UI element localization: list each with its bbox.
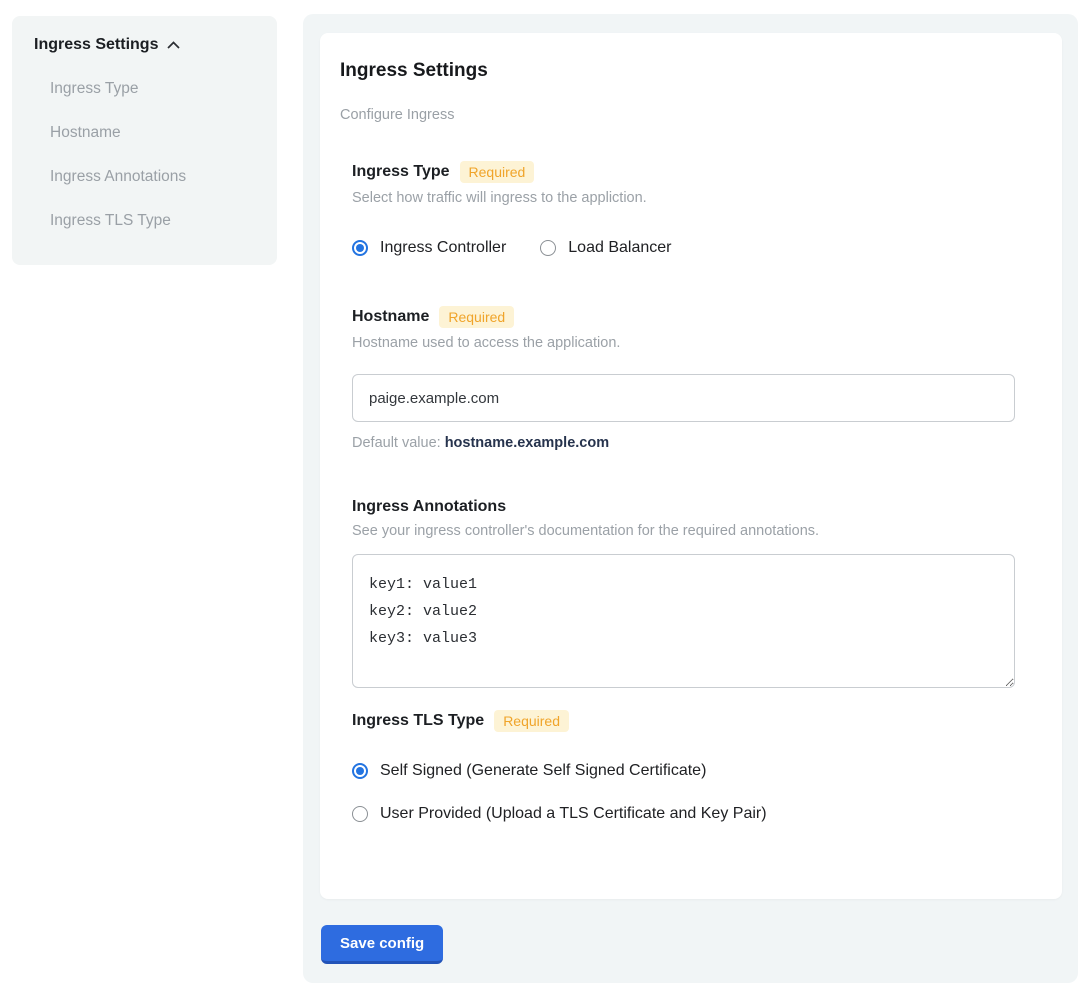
radio-ingress-controller-label: Ingress Controller xyxy=(380,239,506,257)
radio-ingress-controller[interactable]: Ingress Controller xyxy=(352,239,506,257)
ingress-settings-card: Ingress Settings Configure Ingress Ingre… xyxy=(320,33,1062,899)
required-badge: Required xyxy=(439,306,514,328)
page: Ingress Settings Ingress Type Hostname I… xyxy=(0,0,1090,983)
ingress-tls-radio-group: Self Signed (Generate Self Signed Certif… xyxy=(352,762,1030,823)
radio-selected-icon xyxy=(352,763,368,779)
ingress-tls-type-label: Ingress TLS Type xyxy=(352,712,484,730)
ingress-annotations-label: Ingress Annotations xyxy=(352,498,506,516)
radio-load-balancer-label: Load Balancer xyxy=(568,239,671,257)
radio-self-signed[interactable]: Self Signed (Generate Self Signed Certif… xyxy=(352,762,1030,780)
hostname-input[interactable] xyxy=(352,374,1015,422)
radio-user-provided-label: User Provided (Upload a TLS Certificate … xyxy=(380,805,767,823)
save-config-button[interactable]: Save config xyxy=(321,925,443,964)
sidebar-item-ingress-tls-type[interactable]: Ingress TLS Type xyxy=(50,212,255,230)
ingress-type-label: Ingress Type xyxy=(352,163,450,181)
sidebar-group-label: Ingress Settings xyxy=(34,36,158,54)
radio-load-balancer[interactable]: Load Balancer xyxy=(540,239,671,257)
radio-user-provided[interactable]: User Provided (Upload a TLS Certificate … xyxy=(352,805,1030,823)
sidebar-item-list: Ingress Type Hostname Ingress Annotation… xyxy=(50,80,255,230)
sidebar-item-hostname[interactable]: Hostname xyxy=(50,124,255,142)
radio-selected-icon xyxy=(352,240,368,256)
page-title: Ingress Settings xyxy=(340,60,1030,82)
hostname-default-prefix: Default value: xyxy=(352,435,445,451)
section-hostname: Hostname Required Hostname used to acces… xyxy=(352,306,1030,451)
radio-unselected-icon xyxy=(352,806,368,822)
chevron-up-icon xyxy=(166,40,181,50)
hostname-default-value: hostname.example.com xyxy=(445,435,609,451)
sidebar-item-ingress-annotations[interactable]: Ingress Annotations xyxy=(50,168,255,186)
required-badge: Required xyxy=(494,710,569,732)
settings-panel: Ingress Settings Configure Ingress Ingre… xyxy=(303,14,1078,983)
settings-sidebar: Ingress Settings Ingress Type Hostname I… xyxy=(12,16,277,265)
hostname-label: Hostname xyxy=(352,308,429,326)
section-ingress-type: Ingress Type Required Select how traffic… xyxy=(352,161,1030,257)
sidebar-item-ingress-type[interactable]: Ingress Type xyxy=(50,80,255,98)
ingress-annotations-textarea[interactable]: key1: value1 key2: value2 key3: value3 xyxy=(352,554,1015,688)
radio-unselected-icon xyxy=(540,240,556,256)
hostname-default-helper: Default value: hostname.example.com xyxy=(352,435,1030,451)
page-subtitle: Configure Ingress xyxy=(340,107,1030,123)
sidebar-group-ingress-settings[interactable]: Ingress Settings xyxy=(34,36,255,54)
hostname-description: Hostname used to access the application. xyxy=(352,335,1030,351)
required-badge: Required xyxy=(460,161,535,183)
ingress-annotations-description: See your ingress controller's documentat… xyxy=(352,523,1030,539)
radio-self-signed-label: Self Signed (Generate Self Signed Certif… xyxy=(380,762,706,780)
section-ingress-tls-type: Ingress TLS Type Required Self Signed (G… xyxy=(352,710,1030,823)
section-ingress-annotations: Ingress Annotations See your ingress con… xyxy=(352,498,1030,688)
ingress-type-description: Select how traffic will ingress to the a… xyxy=(352,190,1030,206)
ingress-type-radio-group: Ingress Controller Load Balancer xyxy=(352,239,1030,257)
